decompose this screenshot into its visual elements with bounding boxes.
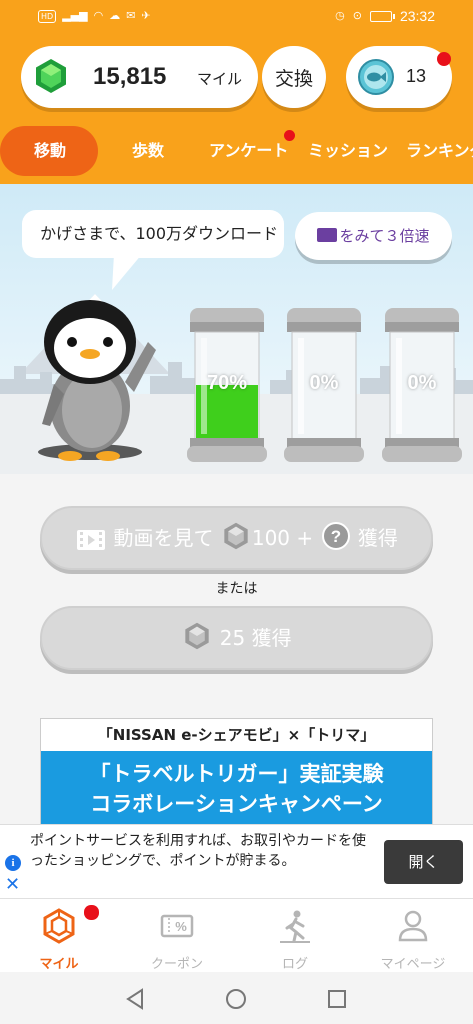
watch-button-label: をみて３倍速 bbox=[339, 227, 430, 245]
penguin-mascot bbox=[38, 300, 156, 461]
nav-coupon[interactable]: % クーポン bbox=[118, 899, 236, 973]
system-navigation bbox=[0, 972, 473, 1024]
wifi-icon: ◠ bbox=[93, 9, 104, 22]
video-button-prefix: 動画を見て bbox=[113, 526, 214, 550]
bottom-navigation: マイル % クーポン ログ マイページ bbox=[0, 898, 473, 972]
cloud-icon: ☁ bbox=[109, 9, 121, 22]
miles-gem-icon bbox=[43, 908, 75, 944]
tab-ranking[interactable]: ランキング bbox=[406, 126, 473, 176]
progress-jar-2: 0% bbox=[284, 308, 364, 464]
alarm-icon: ◷ bbox=[335, 10, 345, 22]
nav-coupon-label: クーポン bbox=[150, 957, 203, 972]
back-icon[interactable] bbox=[124, 988, 146, 1010]
miles-balance[interactable]: 15,815 マイル bbox=[21, 46, 258, 108]
home-icon[interactable] bbox=[225, 988, 247, 1010]
or-separator: または bbox=[215, 581, 258, 597]
nav-miles[interactable]: マイル bbox=[0, 899, 118, 973]
film-icon bbox=[77, 530, 106, 550]
notification-icon: ✈ bbox=[141, 9, 151, 22]
svg-text:?: ? bbox=[330, 527, 340, 546]
video-button-amount: 100 + bbox=[251, 526, 314, 550]
fish-coin-icon bbox=[358, 59, 394, 95]
status-bar: HD ▂▄▆ ◠ ☁ ✉ ✈ ◷ ⊙ 23:32 bbox=[0, 0, 473, 34]
nav-mypage[interactable]: マイページ bbox=[354, 899, 472, 973]
earn-miles-button[interactable]: 25 獲得 bbox=[40, 606, 433, 670]
ad-close-icon[interactable]: ✕ bbox=[5, 876, 20, 894]
status-time: 23:32 bbox=[399, 8, 435, 24]
fish-count: 13 bbox=[406, 66, 427, 86]
video-button-suffix: 獲得 bbox=[357, 526, 398, 550]
miles-gem-icon bbox=[185, 622, 210, 650]
question-icon: ? bbox=[321, 522, 350, 550]
progress-jar-3: 0% bbox=[382, 308, 462, 464]
banner-headline: 「NISSAN e-シェアモビ」×「トリマ」 bbox=[97, 726, 376, 744]
banner-line-1: 「トラベルトリガー」実証実験 bbox=[89, 762, 384, 786]
location-icon: ⊙ bbox=[352, 10, 362, 22]
miles-gem-icon bbox=[36, 59, 66, 93]
tab-steps[interactable]: 歩数 bbox=[132, 126, 164, 176]
progress-jar-1: 70% bbox=[187, 308, 267, 464]
tab-move[interactable]: 移動 bbox=[0, 126, 98, 176]
recents-icon[interactable] bbox=[326, 988, 348, 1010]
nav-log-label: ログ bbox=[281, 957, 308, 972]
speech-bubble: かげさまで、100万ダウンロード bbox=[22, 210, 284, 258]
miles-gem-icon bbox=[224, 522, 248, 550]
fish-notification-dot bbox=[437, 52, 451, 66]
progress-scene: かげさまで、100万ダウンロード をみて３倍速 70% 0% 0% bbox=[0, 184, 473, 474]
earn-button-suffix: 獲得 bbox=[251, 626, 292, 650]
ad-open-button[interactable]: 開く bbox=[384, 840, 463, 884]
svg-text:%: % bbox=[175, 919, 187, 934]
watch-video-earn-button[interactable]: 動画を見て 100 + ? 獲得 bbox=[40, 506, 433, 570]
signal-icon: ▂▄▆ bbox=[62, 9, 88, 22]
campaign-banner[interactable]: 「NISSAN e-シェアモビ」×「トリマ」 「トラベルトリガー」実証実験 コラ… bbox=[40, 718, 433, 828]
nav-mypage-label: マイページ bbox=[380, 957, 446, 972]
jar-3-percent: 0% bbox=[407, 372, 437, 394]
exchange-button[interactable]: 交換 bbox=[262, 46, 326, 108]
mail-icon: ✉ bbox=[126, 9, 136, 22]
tab-mission[interactable]: ミッション bbox=[308, 126, 388, 176]
ad-banner[interactable]: i ✕ ポイントサービスを利用すれば、お取引やカードを使ったショッピングで、ポイ… bbox=[0, 824, 473, 898]
nav-miles-label: マイル bbox=[39, 957, 79, 972]
jar-2-percent: 0% bbox=[309, 372, 339, 394]
banner-line-2: コラボレーションキャンペーン bbox=[90, 792, 383, 816]
earn-button-amount: 25 bbox=[219, 626, 246, 650]
log-walker-icon bbox=[280, 910, 310, 943]
tab-survey[interactable]: アンケート bbox=[209, 126, 288, 176]
miles-value: 15,815 bbox=[93, 63, 167, 90]
ad-text: ポイントサービスを利用すれば、お取引やカードを使ったショッピングで、ポイントが貯… bbox=[30, 833, 366, 869]
battery-icon bbox=[369, 10, 395, 22]
survey-notification-dot bbox=[284, 130, 295, 141]
app-header: 15,815 マイル 交換 13 移動 歩数 アンケート ミッション ランキング bbox=[0, 34, 473, 184]
nav-log[interactable]: ログ bbox=[236, 899, 354, 973]
user-icon bbox=[398, 910, 428, 942]
hd-badge: HD bbox=[38, 9, 57, 23]
miles-notification-dot bbox=[84, 905, 99, 920]
jar-1-percent: 70% bbox=[206, 372, 248, 394]
video-icon bbox=[317, 228, 338, 242]
ad-info-icon[interactable]: i bbox=[5, 855, 21, 871]
coupon-icon: % bbox=[160, 914, 194, 938]
tab-bar: 移動 歩数 アンケート ミッション ランキング bbox=[0, 126, 473, 176]
fish-balance[interactable]: 13 bbox=[346, 46, 452, 108]
miles-unit: マイル bbox=[197, 70, 243, 88]
banner-body: 「トラベルトリガー」実証実験 コラボレーションキャンペーン bbox=[41, 751, 432, 827]
watch-video-speedup-button[interactable]: をみて３倍速 bbox=[295, 212, 452, 260]
